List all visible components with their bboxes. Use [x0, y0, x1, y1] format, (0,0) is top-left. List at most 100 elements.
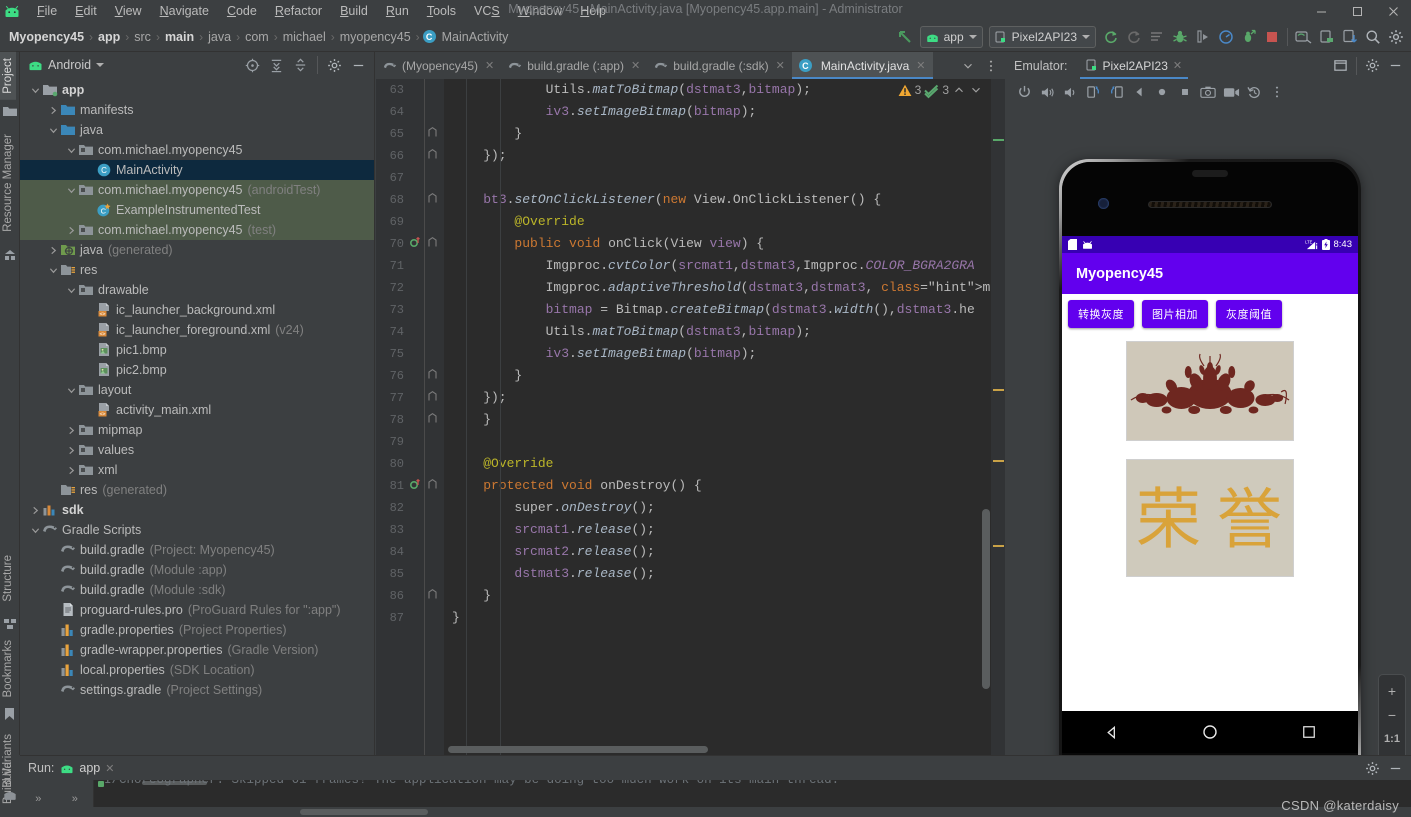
emulator-tab-pixel2api23[interactable]: Pixel2API23 ✕	[1079, 52, 1189, 79]
maximize-button[interactable]	[1339, 0, 1375, 22]
gutter-line[interactable]: 72	[376, 277, 444, 299]
code-line[interactable]: dstmat3.release();	[444, 563, 1005, 585]
code-line[interactable]: public void onClick(View view) {	[444, 233, 1005, 255]
tree-node-java[interactable]: java (generated)	[20, 240, 374, 260]
chevron-down-icon[interactable]	[47, 260, 60, 280]
tree-node-build-gradle[interactable]: build.gradle (Module :sdk)	[20, 580, 374, 600]
run-configuration-selector[interactable]: app	[919, 26, 983, 48]
code-fold-icon[interactable]	[424, 237, 440, 251]
code-line[interactable]: srcmat2.release();	[444, 541, 1005, 563]
rail-tab-structure[interactable]: Structure	[0, 549, 16, 608]
back-triangle-icon[interactable]	[1104, 725, 1119, 740]
hide-panel-icon[interactable]	[347, 53, 370, 77]
tree-node-pic1-bmp[interactable]: pic1.bmp	[20, 340, 374, 360]
tree-node-build-gradle[interactable]: build.gradle (Project: Myopency45)	[20, 540, 374, 560]
gutter-line[interactable]: 80	[376, 453, 444, 475]
gutter-line[interactable]: 66	[376, 145, 444, 167]
code-line[interactable]: @Override	[444, 453, 1005, 475]
code-line[interactable]: super.onDestroy();	[444, 497, 1005, 519]
chevron-right-icon[interactable]	[65, 440, 78, 460]
home-circle-icon[interactable]	[1202, 724, 1218, 740]
menu-vcs[interactable]: VCS	[465, 1, 509, 21]
tree-node-sdk[interactable]: sdk	[20, 500, 374, 520]
tree-node-manifests[interactable]: manifests	[20, 100, 374, 120]
chevron-down-icon[interactable]	[65, 280, 78, 300]
chevron-down-icon[interactable]	[29, 80, 42, 100]
breadcrumb-item-7[interactable]: myopency45	[338, 30, 413, 44]
code-fold-icon[interactable]	[424, 193, 440, 207]
close-icon[interactable]: ✕	[916, 59, 925, 72]
breadcrumb-item-6[interactable]: michael	[281, 30, 328, 44]
code-line[interactable]: bitmap = Bitmap.createBitmap(dstmat3.wid…	[444, 299, 1005, 321]
collapse-all-icon[interactable]	[289, 53, 312, 77]
breadcrumb-class[interactable]: MainActivity	[440, 30, 511, 44]
horizontal-scrollbar[interactable]	[300, 809, 428, 815]
select-opened-file-icon[interactable]	[241, 53, 264, 77]
chevron-down-icon[interactable]	[65, 380, 78, 400]
hscroll-thumb[interactable]	[448, 746, 708, 753]
grayscale-threshold-button[interactable]: 灰度阈值	[1216, 300, 1282, 328]
tree-node-layout[interactable]: layout	[20, 380, 374, 400]
chevron-right-icon[interactable]	[47, 240, 60, 260]
tree-node-com-michael-myopency45[interactable]: com.michael.myopency45 (androidTest)	[20, 180, 374, 200]
device-file-explorer-icon[interactable]	[1338, 25, 1361, 49]
gutter-line[interactable]: 76	[376, 365, 444, 387]
code-line[interactable]: iv3.setImageBitmap(bitmap);	[444, 343, 1005, 365]
close-icon[interactable]: ✕	[776, 59, 785, 72]
code-line[interactable]: protected void onDestroy() {	[444, 475, 1005, 497]
tree-node-settings-gradle[interactable]: settings.gradle (Project Settings)	[20, 680, 374, 700]
editor-tab-mainactivity[interactable]: C MainActivity.java ✕	[791, 52, 933, 79]
gutter-line[interactable]: 63	[376, 79, 444, 101]
gutter-line[interactable]: 85	[376, 563, 444, 585]
chevron-down-icon[interactable]	[65, 180, 78, 200]
tree-node-java[interactable]: java	[20, 120, 374, 140]
editor-vertical-scrollbar[interactable]	[982, 509, 990, 689]
breadcrumb[interactable]: Myopency45 › app › src › main › java › c…	[0, 30, 510, 44]
code-line[interactable]	[444, 431, 1005, 453]
editor-horizontal-scrollbar[interactable]	[444, 745, 991, 755]
chevron-down-icon[interactable]	[96, 63, 105, 67]
actual-size-button[interactable]: 1:1	[1379, 727, 1405, 751]
separate-window-icon[interactable]	[1329, 54, 1352, 78]
menu-tools[interactable]: Tools	[418, 1, 465, 21]
gutter-line[interactable]: 73	[376, 299, 444, 321]
gutter-line[interactable]: 71	[376, 255, 444, 277]
tree-node-pic2-bmp[interactable]: pic2.bmp	[20, 360, 374, 380]
tree-node-xml[interactable]: xml	[20, 460, 374, 480]
code-editor[interactable]: 63 64 65 66 67 68 69 70 71 72 73 74 75 76 77 78 79 80 81 82…	[376, 79, 1005, 755]
sdk-manager-icon[interactable]	[1315, 25, 1338, 49]
attach-debugger-icon[interactable]	[1237, 25, 1260, 49]
editor-tab-build-gradle-sdk[interactable]: build.gradle (:sdk) ✕	[647, 52, 792, 79]
avd-manager-icon[interactable]	[1292, 25, 1315, 49]
previous-problem-icon[interactable]	[952, 83, 966, 97]
chevron-down-icon[interactable]	[47, 120, 60, 140]
code-line[interactable]: @Override	[444, 211, 1005, 233]
breadcrumb-item-5[interactable]: com	[243, 30, 271, 44]
tree-node-ic-launcher-foreground-xml[interactable]: <> ic_launcher_foreground.xml (v24)	[20, 320, 374, 340]
chevron-right-icon[interactable]	[65, 220, 78, 240]
inspection-status[interactable]: 3 3	[898, 83, 983, 98]
editor-options-icon[interactable]	[979, 54, 1002, 78]
tab-list-chevron-icon[interactable]	[956, 54, 979, 78]
project-view-title[interactable]: Android	[48, 58, 91, 72]
code-line[interactable]: Imgproc.adaptiveThreshold(dstmat3,dstmat…	[444, 277, 1005, 299]
code-line[interactable]: }	[444, 607, 1005, 629]
convert-grayscale-button[interactable]: 转换灰度	[1068, 300, 1134, 328]
tree-node-ic-launcher-background-xml[interactable]: <> ic_launcher_background.xml	[20, 300, 374, 320]
home-icon[interactable]	[1151, 81, 1173, 103]
override-marker-icon[interactable]	[406, 236, 424, 252]
rail-tab-project[interactable]: Project	[0, 52, 16, 100]
tree-node-mainactivity[interactable]: C MainActivity	[20, 160, 374, 180]
search-icon[interactable]	[1361, 25, 1384, 49]
error-stripe-marker-bar[interactable]	[991, 79, 1005, 755]
gutter-line[interactable]: 78	[376, 409, 444, 431]
editor-tab-build-gradle-app[interactable]: build.gradle (:app) ✕	[501, 52, 647, 79]
sync-project-icon[interactable]	[1099, 25, 1122, 49]
menu-edit[interactable]: Edit	[66, 1, 106, 21]
code-line[interactable]: bt3.setOnClickListener(new View.OnClickL…	[444, 189, 1005, 211]
menu-bar[interactable]: File Edit View Navigate Code Refactor Bu…	[28, 0, 615, 22]
breadcrumb-item-1[interactable]: app	[96, 30, 122, 44]
profiler-icon[interactable]	[1214, 25, 1237, 49]
gutter-line[interactable]: 82	[376, 497, 444, 519]
code-line[interactable]: }	[444, 409, 1005, 431]
